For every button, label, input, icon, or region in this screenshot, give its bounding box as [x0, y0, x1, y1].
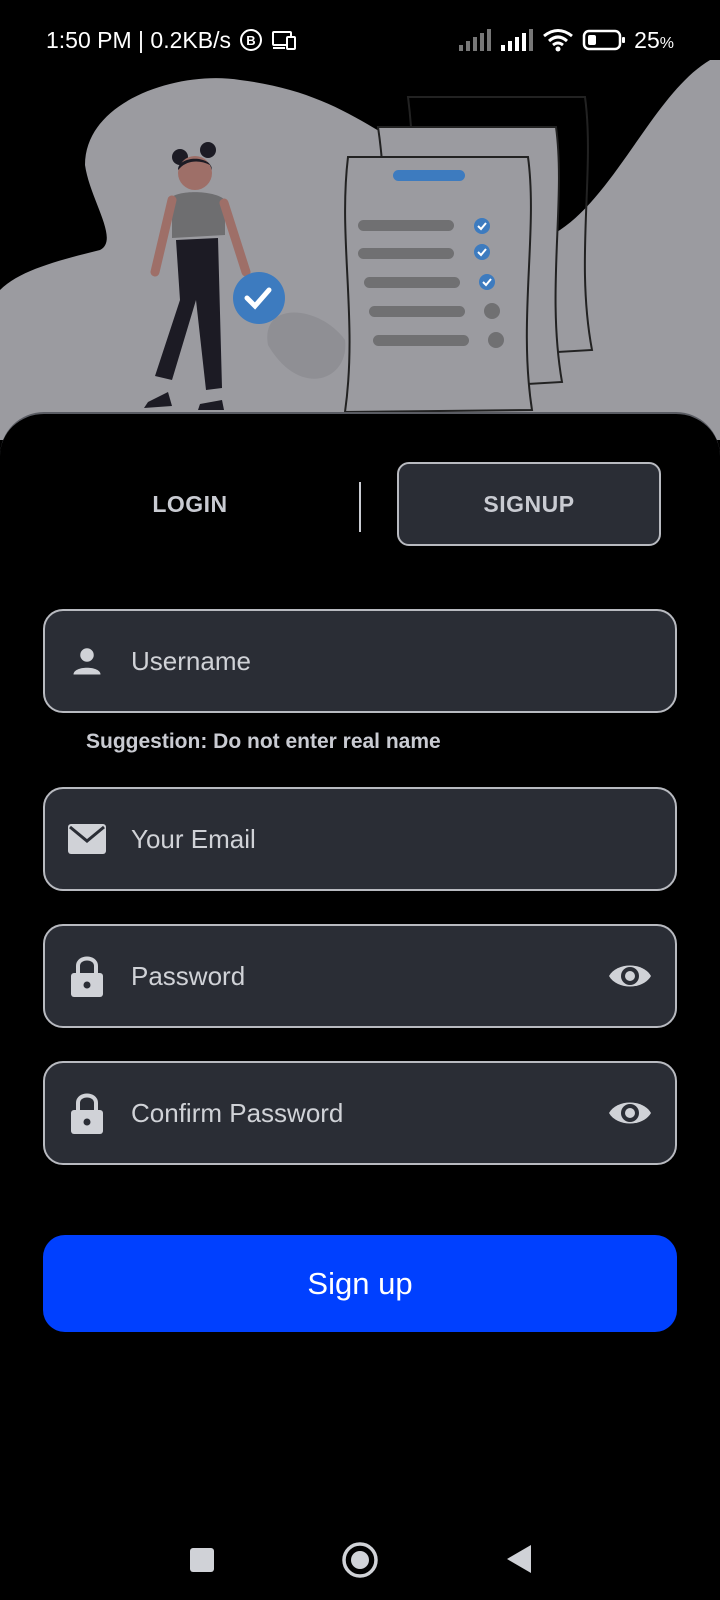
- doc-dot-5: [488, 332, 504, 348]
- lock-icon: [65, 954, 109, 998]
- email-input[interactable]: [131, 823, 675, 855]
- hero-svg: [0, 60, 720, 440]
- doc-line-2: [358, 248, 454, 259]
- username-input[interactable]: [131, 645, 675, 677]
- home-button[interactable]: [340, 1540, 380, 1580]
- confirm-password-field[interactable]: [43, 1061, 677, 1165]
- lock-icon: [65, 1091, 109, 1135]
- b-badge-icon: B: [239, 28, 263, 52]
- eye-icon: [609, 1102, 651, 1124]
- username-field[interactable]: [43, 609, 677, 713]
- status-left: 1:50 PM | 0.2KB/s B: [46, 27, 297, 54]
- person-icon: [65, 639, 109, 683]
- status-right: 25%: [458, 27, 674, 54]
- triangle-back-icon: [507, 1545, 531, 1573]
- eye-icon: [609, 965, 651, 987]
- password-input[interactable]: [131, 960, 605, 992]
- svg-text:B: B: [246, 33, 255, 48]
- status-bar: 1:50 PM | 0.2KB/s B 25%: [0, 0, 720, 80]
- confirm-password-input[interactable]: [131, 1097, 605, 1129]
- confirm-password-visibility-toggle[interactable]: [605, 1088, 655, 1138]
- hero-illustration: [0, 60, 720, 440]
- tab-login[interactable]: LOGIN: [60, 462, 320, 546]
- signal-weak-icon: [458, 28, 492, 52]
- circle-icon: [342, 1542, 378, 1578]
- tab-divider: [359, 482, 361, 532]
- battery-icon: [582, 28, 626, 52]
- signup-button[interactable]: Sign up: [43, 1235, 677, 1332]
- password-field[interactable]: [43, 924, 677, 1028]
- document-header-bar: [393, 170, 465, 181]
- devices-icon: [271, 29, 297, 51]
- battery-unit: %: [659, 34, 674, 52]
- recent-apps-button[interactable]: [186, 1544, 218, 1576]
- doc-line-5: [373, 335, 469, 346]
- mail-icon: [65, 817, 109, 861]
- back-button[interactable]: [502, 1542, 536, 1576]
- doc-line-1: [358, 220, 454, 231]
- doc-line-3: [364, 277, 460, 288]
- tab-signup[interactable]: SIGNUP: [397, 462, 661, 546]
- doc-check-1: [474, 218, 490, 234]
- email-field[interactable]: [43, 787, 677, 891]
- battery-percent: 25: [634, 26, 660, 53]
- doc-line-4: [369, 306, 465, 317]
- auth-tabs: LOGIN SIGNUP: [0, 462, 720, 548]
- username-suggestion: Suggestion: Do not enter real name: [86, 730, 441, 753]
- password-visibility-toggle[interactable]: [605, 951, 655, 1001]
- battery-level: 25%: [634, 27, 674, 54]
- doc-dot-4: [484, 303, 500, 319]
- doc-check-3: [479, 274, 495, 290]
- wifi-icon: [542, 28, 574, 52]
- status-time: 1:50 PM | 0.2KB/s: [46, 26, 231, 53]
- doc-check-2: [474, 244, 490, 260]
- system-nav-bar: [0, 1520, 720, 1600]
- square-icon: [190, 1548, 214, 1572]
- signal-strong-icon: [500, 28, 534, 52]
